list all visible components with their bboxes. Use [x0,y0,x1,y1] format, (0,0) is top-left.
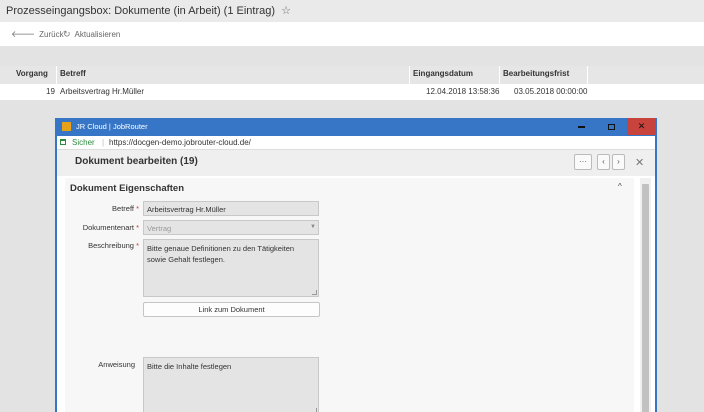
refresh-button[interactable]: ↻ Aktualisieren [63,29,120,40]
dialog-content: Dokument bearbeiten (19) ··· ‹ › ✕ Dokum… [57,150,655,412]
jobrouter-logo-icon [62,122,71,131]
dialog-header: Dokument bearbeiten (19) ··· ‹ › ✕ [57,150,655,176]
maximize-icon [608,123,615,130]
refresh-icon: ↻ [63,29,71,39]
cell-eingangsdatum: 12.04.2018 13:58:36 [426,87,500,96]
url-text[interactable]: https://docgen-demo.jobrouter-cloud.de/ [109,138,251,147]
minimize-icon [578,125,585,128]
dokumentenart-label: Dokumentenart * [75,223,139,232]
anweisung-textarea[interactable]: Bitte die Inhalte festlegen [143,357,319,412]
minimize-button[interactable] [567,118,596,135]
refresh-button-label: Aktualisieren [74,30,121,39]
required-mark: * [136,241,139,250]
address-bar[interactable]: Sicher | https://docgen-demo.jobrouter-c… [57,136,655,150]
resize-handle-icon[interactable] [312,290,317,295]
scrollbar-thumb[interactable] [642,184,649,412]
table-row[interactable]: 19 Arbeitsvertrag Hr.Müller 12.04.2018 1… [0,84,704,100]
beschreibung-value: Bitte genaue Definitionen zu den Tätigke… [147,244,295,264]
maximize-button[interactable] [597,118,626,135]
beschreibung-label: Beschreibung * [75,241,139,250]
next-button[interactable]: › [612,154,625,170]
favorite-star-icon[interactable]: ☆ [281,5,291,17]
beschreibung-textarea[interactable]: Bitte genaue Definitionen zu den Tätigke… [143,239,319,297]
column-divider [56,66,57,84]
secure-label: Sicher [72,138,95,147]
collapse-chevron-icon[interactable]: ^ [618,182,622,191]
section-title: Dokument Eigenschaften [70,183,185,194]
betreff-label-text: Betreff [112,204,134,213]
scrollbar[interactable] [640,178,651,412]
properties-section: Dokument Eigenschaften ^ Betreff * Arbei… [65,178,634,412]
close-icon: ✕ [637,121,646,131]
betreff-field[interactable]: Arbeitsvertrag Hr.Müller [143,201,319,216]
previous-button[interactable]: ‹ [597,154,610,170]
window-close-button[interactable]: ✕ [627,118,656,135]
betreff-label: Betreff * [85,204,139,213]
window-title: JR Cloud | JobRouter [76,122,148,131]
more-options-button[interactable]: ··· [574,154,592,170]
column-header-betreff[interactable]: Betreff [60,69,86,78]
browser-popup-window: JR Cloud | JobRouter ✕ Sicher | https://… [55,118,657,412]
grid-header-row: Vorgang Betreff Eingangsdatum Bearbeitun… [0,66,704,84]
dokumentenart-label-text: Dokumentenart [82,223,134,232]
column-divider [499,66,500,84]
arrow-left-icon: 🡐 [11,29,36,39]
dropdown-caret-icon: ▼ [310,224,316,230]
dokumentenart-value: Vertrag [147,224,172,233]
dialog-title: Dokument bearbeiten (19) [75,156,198,167]
anweisung-value: Bitte die Inhalte festlegen [147,362,232,371]
page-header: Prozesseingangsbox: Dokumente (in Arbeit… [0,0,704,22]
url-separator: | [102,138,105,147]
dialog-close-icon[interactable]: ✕ [635,156,644,169]
back-button[interactable]: 🡐 Zurück [11,29,64,40]
back-button-label: Zurück [39,30,64,39]
column-divider [409,66,410,84]
cell-bearbeitungsfrist: 03.05.2018 00:00:00 [514,87,588,96]
cell-betreff: Arbeitsvertrag Hr.Müller [60,87,145,96]
column-header-vorgang[interactable]: Vorgang [16,69,48,78]
required-mark: * [136,204,139,213]
toolbar: 🡐 Zurück ↻ Aktualisieren [0,22,704,46]
anweisung-label: Anweisung [98,360,135,369]
beschreibung-label-text: Beschreibung [88,241,134,250]
link-to-document-button[interactable]: Link zum Dokument [143,302,320,317]
required-mark: * [136,223,139,232]
column-divider [587,66,588,84]
column-header-bearbeitungsfrist[interactable]: Bearbeitungsfrist [503,69,569,78]
dokumentenart-select[interactable]: Vertrag ▼ [143,220,319,235]
window-titlebar[interactable]: JR Cloud | JobRouter ✕ [55,118,657,136]
resize-handle-icon[interactable] [312,408,317,412]
page-title: Prozesseingangsbox: Dokumente (in Arbeit… [6,4,291,17]
column-header-eingangsdatum[interactable]: Eingangsdatum [413,69,473,78]
cell-vorgang: 19 [46,87,55,96]
page-title-text: Prozesseingangsbox: Dokumente (in Arbeit… [6,5,276,17]
lock-icon [60,139,66,145]
